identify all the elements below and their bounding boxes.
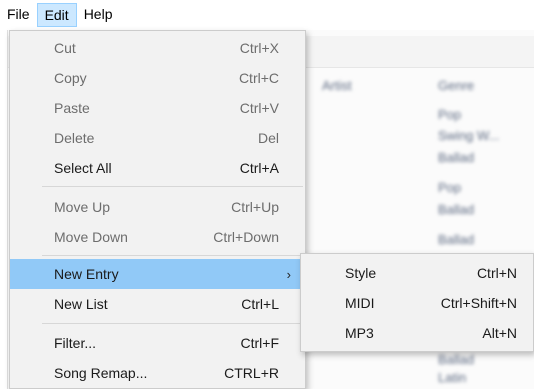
menu-item-new-list[interactable]: New List Ctrl+L xyxy=(10,289,305,319)
menu-item-label: Song Remap... xyxy=(54,365,148,381)
background-genre-cell: Swing W... xyxy=(438,128,500,143)
menu-bar: File Edit Help xyxy=(0,0,534,30)
submenu-item-midi[interactable]: MIDI Ctrl+Shift+N xyxy=(301,288,533,318)
menu-item-label: Move Down xyxy=(54,229,128,245)
menu-item-paste[interactable]: Paste Ctrl+V xyxy=(10,93,305,123)
submenu-item-shortcut: Ctrl+Shift+N xyxy=(440,295,517,311)
submenu-item-label: MIDI xyxy=(345,295,375,311)
menu-item-shortcut: Del xyxy=(257,130,279,146)
menu-item-label: Delete xyxy=(54,130,95,146)
menu-item-shortcut: Ctrl+A xyxy=(239,160,279,176)
menu-item-label: New Entry xyxy=(54,266,119,282)
background-genre-cell: Pop xyxy=(438,107,462,122)
menu-item-new-entry[interactable]: New Entry › xyxy=(10,259,305,289)
background-genre-cell: Ballad xyxy=(438,352,475,367)
menu-item-label: Select All xyxy=(54,160,112,176)
background-column-genre: Genre xyxy=(438,78,475,93)
submenu-item-shortcut: Alt+N xyxy=(482,325,517,341)
background-left-edge xyxy=(0,30,8,389)
menu-item-shortcut: Ctrl+Up xyxy=(231,199,279,215)
menu-item-move-up[interactable]: Move Up Ctrl+Up xyxy=(10,192,305,222)
menu-item-delete[interactable]: Delete Del xyxy=(10,123,305,153)
submenu-item-label: Style xyxy=(345,265,377,281)
menu-item-label: Cut xyxy=(54,40,76,56)
menu-item-copy[interactable]: Copy Ctrl+C xyxy=(10,63,305,93)
menu-separator xyxy=(42,186,303,187)
menu-item-song-remap[interactable]: Song Remap... CTRL+R xyxy=(10,358,305,388)
menu-item-label: Paste xyxy=(54,100,90,116)
menu-edit[interactable]: Edit xyxy=(36,3,77,27)
submenu-item-shortcut: Ctrl+N xyxy=(476,265,517,281)
menu-separator xyxy=(42,323,303,324)
background-genre-cell: Ballad xyxy=(438,150,475,165)
submenu-item-mp3[interactable]: MP3 Alt+N xyxy=(301,318,533,348)
new-entry-submenu: Style Ctrl+N MIDI Ctrl+Shift+N MP3 Alt+N xyxy=(300,253,534,352)
submenu-item-label: MP3 xyxy=(345,325,374,341)
menu-item-shortcut: Ctrl+X xyxy=(239,40,279,56)
chevron-right-icon: › xyxy=(286,266,291,282)
menu-item-shortcut: Ctrl+Down xyxy=(213,229,279,245)
edit-menu-dropdown: Cut Ctrl+X Copy Ctrl+C Paste Ctrl+V Dele… xyxy=(9,30,306,389)
menu-item-filter[interactable]: Filter... Ctrl+F xyxy=(10,328,305,358)
background-genre-cell: Pop xyxy=(438,180,462,195)
menu-help[interactable]: Help xyxy=(77,3,120,27)
submenu-item-style[interactable]: Style Ctrl+N xyxy=(301,258,533,288)
menu-file[interactable]: File xyxy=(0,3,37,27)
background-genre-cell: Ballad xyxy=(438,202,475,217)
menu-item-select-all[interactable]: Select All Ctrl+A xyxy=(10,153,305,183)
background-genre-cell: Ballad xyxy=(438,232,475,247)
background-column-artist: Artist xyxy=(322,78,352,93)
menu-item-shortcut: Ctrl+F xyxy=(240,335,280,351)
menu-item-shortcut: CTRL+R xyxy=(224,365,279,381)
menu-item-label: New List xyxy=(54,296,108,312)
menu-separator xyxy=(42,255,303,256)
menu-item-label: Copy xyxy=(54,70,87,86)
menu-item-shortcut: Ctrl+L xyxy=(241,296,279,312)
background-genre-cell: Latin xyxy=(438,370,467,385)
menu-item-cut[interactable]: Cut Ctrl+X xyxy=(10,33,305,63)
menu-item-move-down[interactable]: Move Down Ctrl+Down xyxy=(10,222,305,252)
menu-item-label: Filter... xyxy=(54,335,97,351)
menu-item-shortcut: Ctrl+V xyxy=(239,100,279,116)
menu-item-label: Move Up xyxy=(54,199,111,215)
menu-item-shortcut: Ctrl+C xyxy=(238,70,279,86)
